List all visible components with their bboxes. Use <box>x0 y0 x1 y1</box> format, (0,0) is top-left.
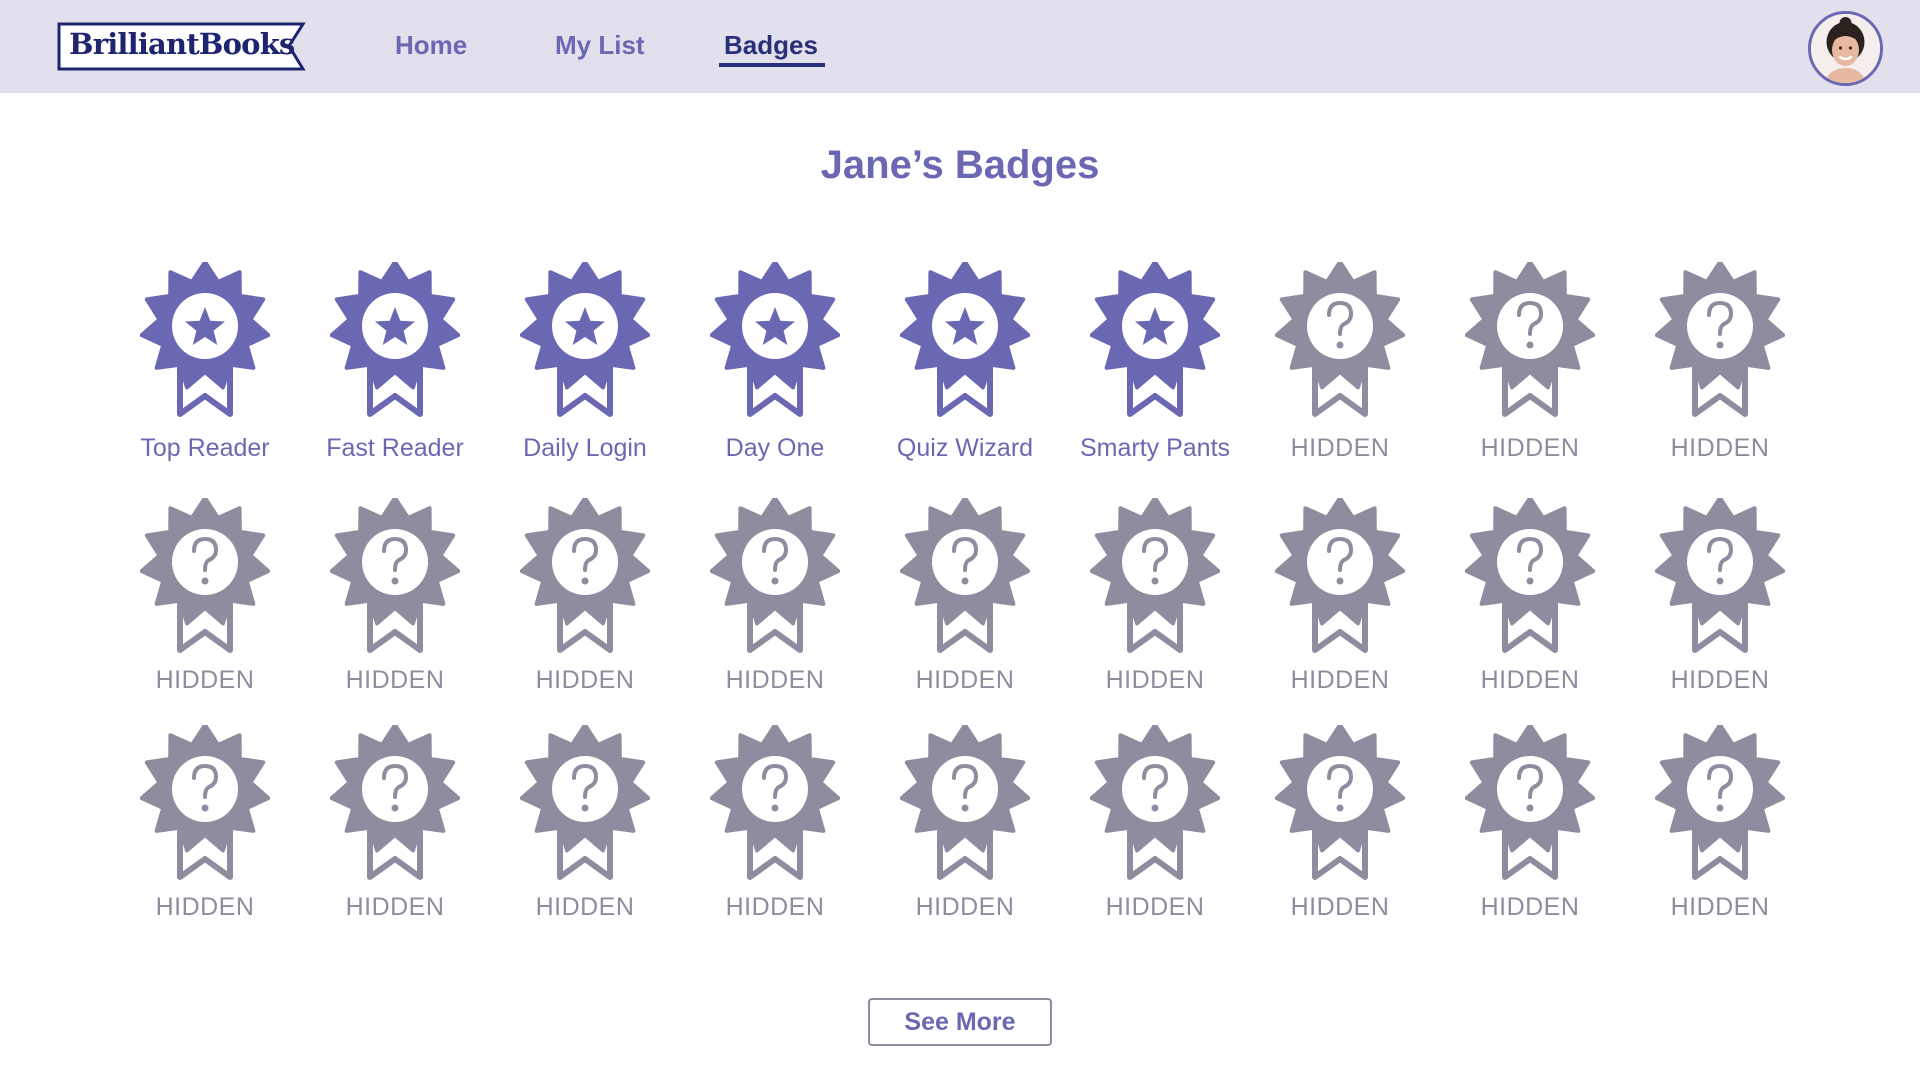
badge-label: HIDDEN <box>1480 666 1580 694</box>
badge-label: HIDDEN <box>1290 893 1390 921</box>
badge-label: HIDDEN <box>915 666 1015 694</box>
badge-label: HIDDEN <box>1670 434 1770 462</box>
earned-badge[interactable]: Top Reader <box>115 262 295 482</box>
badge-label: HIDDEN <box>535 666 635 694</box>
star-badge-icon <box>900 262 1030 417</box>
earned-badge[interactable]: Smarty Pants <box>1065 262 1245 482</box>
locked-badge[interactable]: HIDDEN <box>1440 725 1620 945</box>
star-badge-icon <box>330 262 460 417</box>
question-badge-icon <box>1275 262 1405 417</box>
locked-badge[interactable]: HIDDEN <box>1065 725 1245 945</box>
question-badge-icon <box>710 498 840 653</box>
badge-label: HIDDEN <box>1480 893 1580 921</box>
earned-badge[interactable]: Fast Reader <box>305 262 485 482</box>
badge-label: Top Reader <box>140 434 270 462</box>
locked-badge[interactable]: HIDDEN <box>1250 262 1430 482</box>
star-badge-icon <box>710 262 840 417</box>
locked-badge[interactable]: HIDDEN <box>875 498 1055 718</box>
badge-label: HIDDEN <box>725 893 825 921</box>
question-badge-icon <box>900 725 1030 880</box>
locked-badge[interactable]: HIDDEN <box>1440 262 1620 482</box>
badge-label: HIDDEN <box>1670 893 1770 921</box>
locked-badge[interactable]: HIDDEN <box>115 498 295 718</box>
see-more-button[interactable]: See More <box>868 998 1052 1046</box>
badge-label: Fast Reader <box>326 434 464 462</box>
question-badge-icon <box>710 725 840 880</box>
badge-label: HIDDEN <box>155 666 255 694</box>
question-badge-icon <box>1655 725 1785 880</box>
locked-badge[interactable]: HIDDEN <box>495 725 675 945</box>
badge-grid: Top Reader Fast Reader Daily Login Day One Q… <box>0 0 1920 1080</box>
badge-label: HIDDEN <box>1480 434 1580 462</box>
question-badge-icon <box>1090 725 1220 880</box>
question-badge-icon <box>520 498 650 653</box>
question-badge-icon <box>1275 498 1405 653</box>
badge-label: HIDDEN <box>155 893 255 921</box>
badge-label: HIDDEN <box>1105 666 1205 694</box>
question-badge-icon <box>140 498 270 653</box>
earned-badge[interactable]: Quiz Wizard <box>875 262 1055 482</box>
locked-badge[interactable]: HIDDEN <box>1630 262 1810 482</box>
locked-badge[interactable]: HIDDEN <box>1250 498 1430 718</box>
locked-badge[interactable]: HIDDEN <box>305 725 485 945</box>
locked-badge[interactable]: HIDDEN <box>1250 725 1430 945</box>
question-badge-icon <box>1090 498 1220 653</box>
badge-label: HIDDEN <box>535 893 635 921</box>
question-badge-icon <box>1655 262 1785 417</box>
locked-badge[interactable]: HIDDEN <box>1440 498 1620 718</box>
locked-badge[interactable]: HIDDEN <box>685 725 865 945</box>
locked-badge[interactable]: HIDDEN <box>685 498 865 718</box>
question-badge-icon <box>1275 725 1405 880</box>
badge-label: Smarty Pants <box>1079 434 1231 462</box>
badge-label: HIDDEN <box>915 893 1015 921</box>
question-badge-icon <box>520 725 650 880</box>
star-badge-icon <box>140 262 270 417</box>
badge-label: HIDDEN <box>1670 666 1770 694</box>
badge-label: HIDDEN <box>345 666 445 694</box>
badge-label: HIDDEN <box>1290 666 1390 694</box>
badge-label: Day One <box>725 434 825 462</box>
badge-label: Quiz Wizard <box>896 434 1034 462</box>
locked-badge[interactable]: HIDDEN <box>115 725 295 945</box>
locked-badge[interactable]: HIDDEN <box>1065 498 1245 718</box>
question-badge-icon <box>1465 262 1595 417</box>
question-badge-icon <box>330 725 460 880</box>
locked-badge[interactable]: HIDDEN <box>875 725 1055 945</box>
locked-badge[interactable]: HIDDEN <box>495 498 675 718</box>
star-badge-icon <box>520 262 650 417</box>
question-badge-icon <box>1465 498 1595 653</box>
question-badge-icon <box>1465 725 1595 880</box>
earned-badge[interactable]: Day One <box>685 262 865 482</box>
badge-label: Daily Login <box>523 434 647 462</box>
question-badge-icon <box>1655 498 1785 653</box>
earned-badge[interactable]: Daily Login <box>495 262 675 482</box>
locked-badge[interactable]: HIDDEN <box>1630 725 1810 945</box>
badge-label: HIDDEN <box>1290 434 1390 462</box>
question-badge-icon <box>900 498 1030 653</box>
locked-badge[interactable]: HIDDEN <box>305 498 485 718</box>
locked-badge[interactable]: HIDDEN <box>1630 498 1810 718</box>
star-badge-icon <box>1090 262 1220 417</box>
badge-label: HIDDEN <box>1105 893 1205 921</box>
question-badge-icon <box>140 725 270 880</box>
badge-label: HIDDEN <box>345 893 445 921</box>
badge-label: HIDDEN <box>725 666 825 694</box>
question-badge-icon <box>330 498 460 653</box>
